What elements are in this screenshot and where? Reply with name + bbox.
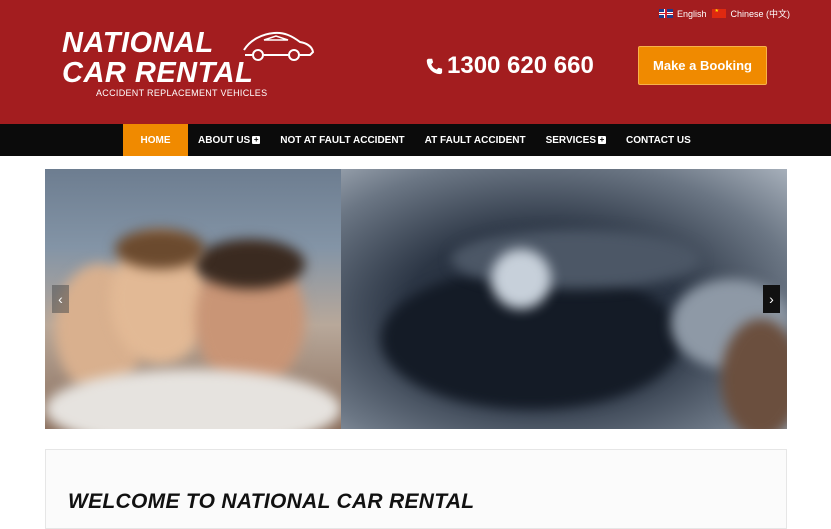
lang-english-label: English — [676, 8, 707, 19]
nav-item-services[interactable]: SERVICES + — [536, 124, 616, 156]
slider-prev-button[interactable]: ‹ — [52, 285, 69, 313]
welcome-heading: WELCOME TO NATIONAL CAR RENTAL — [68, 490, 475, 513]
family-photo — [45, 169, 341, 429]
nav-item-home[interactable]: HOME — [123, 124, 188, 156]
lang-chinese-label: Chinese (中文) — [730, 9, 790, 19]
lang-english-link[interactable]: English — [658, 8, 707, 19]
nav-item-about-us[interactable]: ABOUT US + — [188, 124, 270, 156]
hero-slider[interactable]: ‹ › — [45, 169, 787, 429]
expand-plus-icon: + — [597, 135, 606, 144]
nav-item-not-at-fault[interactable]: NOT AT FAULT ACCIDENT — [270, 124, 414, 156]
damaged-car-photo — [341, 169, 787, 429]
nav-item-contact-us[interactable]: CONTACT US — [616, 124, 701, 156]
language-selector: English ★ Chinese (中文) — [653, 7, 790, 20]
nav-item-label: AT FAULT ACCIDENT — [424, 134, 526, 146]
nav-item-label: CONTACT US — [625, 134, 691, 146]
nav-item-at-fault[interactable]: AT FAULT ACCIDENT — [415, 124, 536, 156]
slider-next-button[interactable]: › — [763, 285, 780, 313]
site-header: English ★ Chinese (中文) NATIONAL CAR RENT… — [0, 0, 831, 124]
phone-icon — [426, 58, 443, 75]
china-flag-icon: ★ — [712, 9, 727, 18]
logo-tagline: ACCIDENT REPLACEMENT VEHICLES — [96, 88, 268, 98]
welcome-section: WELCOME TO NATIONAL CAR RENTAL — [45, 449, 787, 529]
phone-number[interactable]: 1300 620 660 — [425, 52, 594, 80]
nav-item-label: SERVICES — [545, 134, 596, 146]
site-logo[interactable]: NATIONAL CAR RENTAL ACCIDENT REPLACEMENT… — [62, 28, 322, 104]
nav-item-label: HOME — [140, 134, 171, 146]
car-outline-icon — [243, 31, 315, 61]
nav-item-label: ABOUT US — [198, 134, 251, 146]
nav-item-label: NOT AT FAULT ACCIDENT — [280, 134, 405, 146]
logo-text-car-rental: CAR RENTAL — [62, 57, 254, 89]
main-nav: HOME ABOUT US + NOT AT FAULT ACCIDENT AT… — [0, 124, 831, 156]
phone-number-text: 1300 620 660 — [447, 52, 594, 79]
lang-chinese-link[interactable]: ★ Chinese (中文) — [712, 7, 790, 20]
make-booking-button[interactable]: Make a Booking — [638, 46, 767, 85]
expand-plus-icon: + — [252, 135, 261, 144]
uk-flag-icon — [658, 9, 673, 18]
